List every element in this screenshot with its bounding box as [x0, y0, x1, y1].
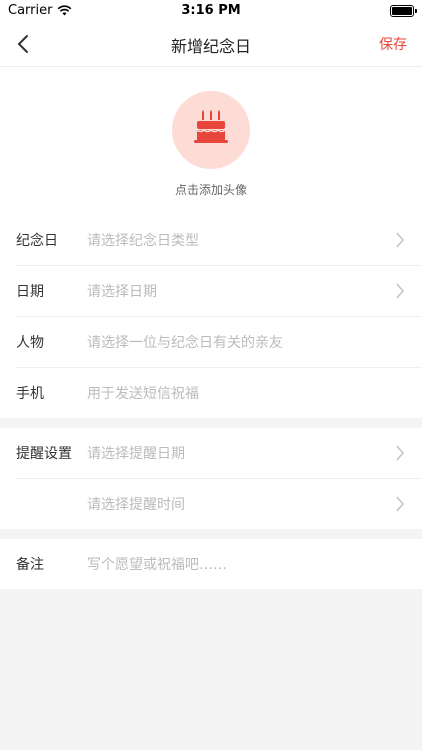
note-label: 备注	[16, 557, 44, 573]
form-group-note: 备注 写个愿望或祝福吧……	[0, 539, 422, 589]
section-divider	[0, 418, 422, 428]
section-divider	[0, 529, 422, 539]
date-row[interactable]: 日期 请选择日期	[16, 266, 422, 317]
cake-icon	[194, 110, 228, 143]
avatar-upload-button[interactable]	[172, 91, 250, 169]
note-input[interactable]: 写个愿望或祝福吧……	[87, 554, 227, 574]
phone-label: 手机	[16, 386, 44, 402]
person-label: 人物	[16, 335, 44, 351]
note-row[interactable]: 备注 写个愿望或祝福吧……	[16, 539, 422, 589]
chevron-right-icon	[396, 283, 405, 299]
anniversary-type-row[interactable]: 纪念日 请选择纪念日类型	[16, 215, 422, 266]
anniversary-placeholder: 请选择纪念日类型	[87, 233, 199, 249]
avatar-section: 点击添加头像	[0, 67, 422, 215]
phone-input[interactable]: 用于发送短信祝福	[87, 383, 199, 403]
form-group-basic: 纪念日 请选择纪念日类型 日期 请选择日期 人物 请选择一位与纪念日有关的亲友 …	[0, 215, 422, 418]
reminder-date-placeholder: 请选择提醒日期	[87, 446, 185, 462]
page-title: 新增纪念日	[170, 37, 251, 56]
reminder-label: 提醒设置	[16, 446, 72, 462]
reminder-time-row[interactable]: 请选择提醒时间	[16, 479, 422, 529]
anniversary-label: 纪念日	[16, 233, 58, 249]
avatar-caption: 点击添加头像	[174, 183, 247, 197]
battery-icon	[390, 5, 417, 17]
person-row[interactable]: 人物 请选择一位与纪念日有关的亲友	[16, 317, 422, 368]
chevron-right-icon	[396, 445, 405, 461]
date-placeholder: 请选择日期	[87, 284, 157, 300]
person-placeholder: 请选择一位与纪念日有关的亲友	[87, 335, 283, 351]
form-group-reminder: 提醒设置 请选择提醒日期 请选择提醒时间	[0, 428, 422, 529]
chevron-right-icon	[396, 232, 405, 248]
save-button[interactable]: 保存	[379, 34, 407, 54]
phone-row[interactable]: 手机 用于发送短信祝福	[16, 368, 422, 418]
status-time: 3:16 PM	[181, 3, 241, 18]
status-bar: Carrier 3:16 PM	[0, 0, 422, 22]
date-label: 日期	[16, 284, 44, 300]
reminder-date-row[interactable]: 提醒设置 请选择提醒日期	[16, 428, 422, 479]
navigation-bar: 新增纪念日 保存	[0, 22, 422, 67]
reminder-time-placeholder: 请选择提醒时间	[87, 497, 185, 513]
chevron-right-icon	[396, 496, 405, 512]
